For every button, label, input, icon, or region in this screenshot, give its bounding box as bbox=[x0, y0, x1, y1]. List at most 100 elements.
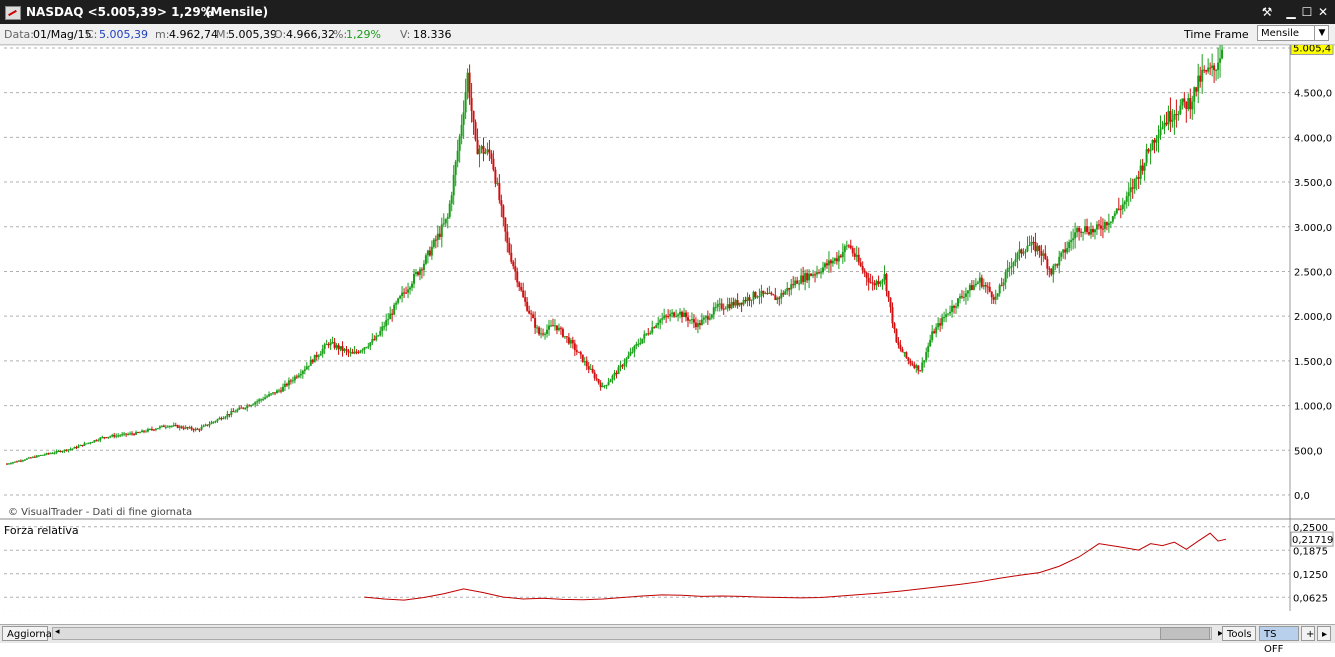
candle-body bbox=[448, 203, 451, 217]
candle-body bbox=[929, 339, 932, 347]
candle-body bbox=[714, 307, 717, 309]
close-button[interactable]: ✕ bbox=[1315, 4, 1331, 20]
low-label: m: bbox=[155, 28, 170, 41]
add-button[interactable]: + bbox=[1301, 626, 1315, 641]
candle-body bbox=[1135, 177, 1138, 179]
candle-body bbox=[595, 378, 598, 380]
candle-body bbox=[472, 110, 475, 123]
horizontal-scrollbar[interactable]: ◂ bbox=[52, 627, 1212, 640]
tools-button[interactable]: Tools bbox=[1222, 626, 1256, 641]
candle-body bbox=[1219, 58, 1222, 63]
candle-body bbox=[1155, 138, 1158, 143]
candle-body bbox=[708, 317, 711, 320]
candle-body bbox=[385, 320, 388, 327]
candle-body bbox=[387, 319, 390, 321]
window-title: NASDAQ <5.005,39> 1,29% bbox=[26, 5, 213, 19]
candle-body bbox=[373, 339, 376, 341]
candle-body bbox=[897, 342, 900, 345]
candle-body bbox=[879, 281, 882, 284]
candle-body bbox=[184, 427, 187, 429]
candle-body bbox=[430, 246, 433, 256]
candle-body bbox=[450, 195, 453, 204]
candle-body bbox=[1044, 253, 1047, 260]
candle-body bbox=[1008, 267, 1011, 269]
candle-body bbox=[359, 350, 362, 353]
candle-body bbox=[704, 316, 707, 318]
ts-toggle-button[interactable]: TS OFF bbox=[1259, 626, 1299, 655]
candle-body bbox=[127, 434, 130, 436]
timeframe-label: Time Frame bbox=[1184, 28, 1249, 41]
candle-body bbox=[129, 433, 132, 435]
candle-body bbox=[792, 284, 795, 286]
candle-body bbox=[1133, 178, 1136, 189]
candle-body bbox=[863, 270, 866, 273]
candle-body bbox=[528, 310, 531, 314]
candle-body bbox=[397, 298, 400, 303]
candle-body bbox=[365, 347, 368, 349]
candle-body bbox=[490, 153, 493, 159]
candle-body bbox=[790, 284, 793, 290]
refresh-button[interactable]: Aggiorna bbox=[2, 626, 52, 641]
candle-body bbox=[726, 304, 729, 309]
maximize-button[interactable]: ☐ bbox=[1299, 4, 1315, 20]
candle-body bbox=[307, 365, 310, 367]
candle-body bbox=[657, 322, 660, 326]
candle-body bbox=[1084, 226, 1087, 232]
candle-body bbox=[1221, 49, 1224, 59]
candle-body bbox=[1193, 87, 1196, 102]
candle-body bbox=[756, 296, 759, 298]
candle-body bbox=[688, 319, 691, 321]
candle-body bbox=[117, 435, 120, 437]
candle-body bbox=[919, 370, 922, 372]
scroll-right-icon[interactable]: ▸ bbox=[1214, 626, 1223, 641]
candle-body bbox=[1159, 129, 1162, 136]
candle-body bbox=[141, 430, 144, 433]
candle-body bbox=[196, 428, 199, 430]
candle-body bbox=[7, 463, 10, 465]
candle-body bbox=[925, 352, 928, 361]
scroll-end-button[interactable]: ▸ bbox=[1317, 626, 1331, 641]
candle-body bbox=[1137, 177, 1140, 179]
candle-body bbox=[968, 285, 971, 291]
candle-body bbox=[845, 245, 848, 247]
candle-body bbox=[77, 446, 80, 448]
chart-canvas[interactable]: 0,0 500,0 1.000,0 1.500,0 2.000,0 2.500,0 3.00… bbox=[0, 45, 1335, 611]
candle-body bbox=[762, 290, 765, 294]
candle-body bbox=[744, 299, 747, 302]
candle-body bbox=[776, 297, 779, 301]
open-label: O: bbox=[274, 28, 287, 41]
candle-body bbox=[101, 437, 104, 439]
candle-body bbox=[246, 405, 249, 409]
candle-body bbox=[1012, 262, 1015, 267]
scrollbar-thumb[interactable] bbox=[1160, 627, 1210, 640]
candle-body bbox=[563, 336, 566, 338]
candle-body bbox=[1185, 101, 1188, 110]
candle-body bbox=[679, 311, 682, 315]
candle-body bbox=[150, 428, 153, 430]
candle-body bbox=[287, 380, 290, 386]
candle-body bbox=[754, 291, 757, 298]
scroll-left-icon[interactable]: ◂ bbox=[55, 627, 60, 637]
candle-body bbox=[553, 325, 556, 327]
candle-body bbox=[460, 124, 463, 137]
candle-body bbox=[1048, 268, 1051, 270]
candle-body bbox=[399, 295, 402, 299]
chevron-down-icon[interactable]: ▼ bbox=[1314, 26, 1329, 40]
candle-body bbox=[647, 333, 650, 335]
candle-body bbox=[1090, 228, 1093, 235]
candle-body bbox=[623, 363, 626, 367]
tools-icon[interactable]: ⚒ bbox=[1259, 4, 1275, 20]
candle-body bbox=[152, 429, 155, 431]
candle-body bbox=[939, 323, 942, 326]
candle-body bbox=[1064, 249, 1067, 253]
indicator-title: Forza relativa bbox=[4, 524, 79, 537]
minimize-button[interactable]: ▁ bbox=[1283, 4, 1299, 20]
candle-body bbox=[958, 296, 961, 299]
candle-body bbox=[851, 248, 854, 254]
candle-body bbox=[849, 245, 852, 249]
candle-body bbox=[684, 312, 687, 318]
candle-body bbox=[137, 432, 140, 434]
price-tick-label: 4.500,0 bbox=[1294, 89, 1332, 100]
candle-body bbox=[970, 285, 973, 290]
candle-body bbox=[635, 344, 638, 346]
